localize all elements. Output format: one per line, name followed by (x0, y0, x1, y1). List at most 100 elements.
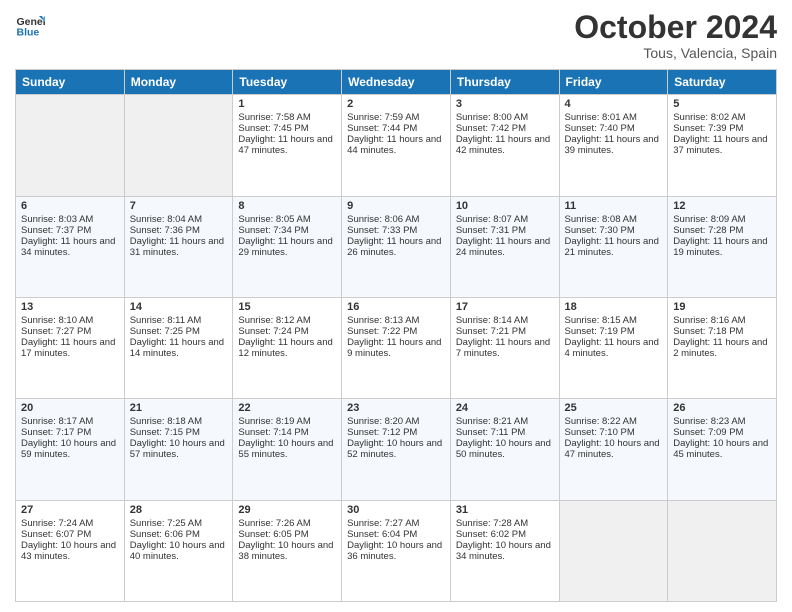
weekday-header-sunday: Sunday (16, 70, 125, 95)
daylight-text: Daylight: 10 hours and 34 minutes. (456, 540, 551, 562)
day-number: 12 (673, 200, 771, 212)
calendar-cell: 24Sunrise: 8:21 AMSunset: 7:11 PMDayligh… (450, 399, 559, 500)
daylight-text: Daylight: 10 hours and 50 minutes. (456, 438, 551, 460)
calendar-cell: 28Sunrise: 7:25 AMSunset: 6:06 PMDayligh… (124, 500, 233, 601)
daylight-text: Daylight: 10 hours and 45 minutes. (673, 438, 768, 460)
calendar-cell: 1Sunrise: 7:58 AMSunset: 7:45 PMDaylight… (233, 95, 342, 196)
day-number: 19 (673, 301, 771, 313)
page-title: October 2024 (574, 10, 777, 45)
day-number: 17 (456, 301, 554, 313)
sunrise-text: Sunrise: 8:02 AM (673, 112, 745, 123)
calendar-cell: 26Sunrise: 8:23 AMSunset: 7:09 PMDayligh… (668, 399, 777, 500)
calendar-cell: 11Sunrise: 8:08 AMSunset: 7:30 PMDayligh… (559, 196, 668, 297)
calendar-cell (16, 95, 125, 196)
sunset-text: Sunset: 7:36 PM (130, 225, 200, 236)
calendar-cell: 27Sunrise: 7:24 AMSunset: 6:07 PMDayligh… (16, 500, 125, 601)
daylight-text: Daylight: 11 hours and 31 minutes. (130, 236, 224, 258)
page-subtitle: Tous, Valencia, Spain (574, 45, 777, 61)
day-number: 10 (456, 200, 554, 212)
calendar-cell (559, 500, 668, 601)
day-number: 2 (347, 98, 445, 110)
daylight-text: Daylight: 11 hours and 37 minutes. (673, 134, 767, 156)
weekday-header-saturday: Saturday (668, 70, 777, 95)
sunset-text: Sunset: 7:10 PM (565, 427, 635, 438)
day-number: 14 (130, 301, 228, 313)
day-number: 25 (565, 402, 663, 414)
calendar-cell: 29Sunrise: 7:26 AMSunset: 6:05 PMDayligh… (233, 500, 342, 601)
calendar-cell: 23Sunrise: 8:20 AMSunset: 7:12 PMDayligh… (342, 399, 451, 500)
day-number: 16 (347, 301, 445, 313)
day-number: 6 (21, 200, 119, 212)
sunrise-text: Sunrise: 8:18 AM (130, 416, 202, 427)
sunset-text: Sunset: 7:09 PM (673, 427, 743, 438)
title-block: October 2024 Tous, Valencia, Spain (574, 10, 777, 61)
day-number: 11 (565, 200, 663, 212)
calendar-cell: 16Sunrise: 8:13 AMSunset: 7:22 PMDayligh… (342, 297, 451, 398)
sunset-text: Sunset: 7:30 PM (565, 225, 635, 236)
sunrise-text: Sunrise: 7:27 AM (347, 518, 419, 529)
sunrise-text: Sunrise: 8:11 AM (130, 315, 202, 326)
daylight-text: Daylight: 10 hours and 55 minutes. (238, 438, 333, 460)
calendar-cell: 15Sunrise: 8:12 AMSunset: 7:24 PMDayligh… (233, 297, 342, 398)
day-number: 30 (347, 504, 445, 516)
calendar-cell: 20Sunrise: 8:17 AMSunset: 7:17 PMDayligh… (16, 399, 125, 500)
daylight-text: Daylight: 11 hours and 14 minutes. (130, 337, 224, 359)
calendar-week-row: 27Sunrise: 7:24 AMSunset: 6:07 PMDayligh… (16, 500, 777, 601)
sunset-text: Sunset: 6:05 PM (238, 529, 308, 540)
daylight-text: Daylight: 11 hours and 24 minutes. (456, 236, 550, 258)
header: General Blue October 2024 Tous, Valencia… (15, 10, 777, 61)
day-number: 28 (130, 504, 228, 516)
day-number: 7 (130, 200, 228, 212)
calendar-cell: 5Sunrise: 8:02 AMSunset: 7:39 PMDaylight… (668, 95, 777, 196)
day-number: 26 (673, 402, 771, 414)
calendar-cell: 6Sunrise: 8:03 AMSunset: 7:37 PMDaylight… (16, 196, 125, 297)
calendar-cell: 2Sunrise: 7:59 AMSunset: 7:44 PMDaylight… (342, 95, 451, 196)
sunset-text: Sunset: 7:27 PM (21, 326, 91, 337)
sunset-text: Sunset: 7:33 PM (347, 225, 417, 236)
calendar-cell: 21Sunrise: 8:18 AMSunset: 7:15 PMDayligh… (124, 399, 233, 500)
calendar-cell: 22 Sunrise: 8:19 AMSunset: 7:14 PMDayligh… (233, 399, 342, 500)
calendar-cell: 4Sunrise: 8:01 AMSunset: 7:40 PMDaylight… (559, 95, 668, 196)
calendar-cell (668, 500, 777, 601)
sunrise-text: Sunrise: 8:09 AM (673, 214, 745, 225)
sunrise-text: Sunrise: 7:25 AM (130, 518, 202, 529)
sunrise-text: Sunrise: 8:19 AM (238, 416, 310, 427)
daylight-text: Daylight: 10 hours and 57 minutes. (130, 438, 225, 460)
day-number: 9 (347, 200, 445, 212)
svg-text:Blue: Blue (17, 27, 40, 39)
day-number: 20 (21, 402, 119, 414)
sunset-text: Sunset: 7:15 PM (130, 427, 200, 438)
sunrise-text: Sunrise: 7:24 AM (21, 518, 93, 529)
sunrise-text: Sunrise: 8:00 AM (456, 112, 528, 123)
sunrise-text: Sunrise: 8:05 AM (238, 214, 310, 225)
sunset-text: Sunset: 7:19 PM (565, 326, 635, 337)
day-number: 15 (238, 301, 336, 313)
day-number: 18 (565, 301, 663, 313)
sunrise-text: Sunrise: 7:28 AM (456, 518, 528, 529)
sunrise-text: Sunrise: 8:15 AM (565, 315, 637, 326)
day-number: 1 (238, 98, 336, 110)
calendar-cell: 14Sunrise: 8:11 AMSunset: 7:25 PMDayligh… (124, 297, 233, 398)
daylight-text: Daylight: 11 hours and 21 minutes. (565, 236, 659, 258)
day-number: 23 (347, 402, 445, 414)
sunrise-text: Sunrise: 7:58 AM (238, 112, 310, 123)
sunrise-text: Sunrise: 8:12 AM (238, 315, 310, 326)
day-number: 22 (238, 402, 336, 414)
calendar-cell: 7Sunrise: 8:04 AMSunset: 7:36 PMDaylight… (124, 196, 233, 297)
sunrise-text: Sunrise: 8:22 AM (565, 416, 637, 427)
sunset-text: Sunset: 7:39 PM (673, 123, 743, 134)
sunset-text: Sunset: 7:14 PM (238, 427, 308, 438)
sunset-text: Sunset: 7:28 PM (673, 225, 743, 236)
daylight-text: Daylight: 10 hours and 38 minutes. (238, 540, 333, 562)
sunrise-text: Sunrise: 8:16 AM (673, 315, 745, 326)
sunset-text: Sunset: 7:11 PM (456, 427, 526, 438)
sunrise-text: Sunrise: 7:26 AM (238, 518, 310, 529)
sunset-text: Sunset: 6:02 PM (456, 529, 526, 540)
sunset-text: Sunset: 7:31 PM (456, 225, 526, 236)
weekday-header-friday: Friday (559, 70, 668, 95)
sunset-text: Sunset: 7:45 PM (238, 123, 308, 134)
sunset-text: Sunset: 7:12 PM (347, 427, 417, 438)
daylight-text: Daylight: 11 hours and 39 minutes. (565, 134, 659, 156)
daylight-text: Daylight: 10 hours and 36 minutes. (347, 540, 442, 562)
sunrise-text: Sunrise: 8:07 AM (456, 214, 528, 225)
